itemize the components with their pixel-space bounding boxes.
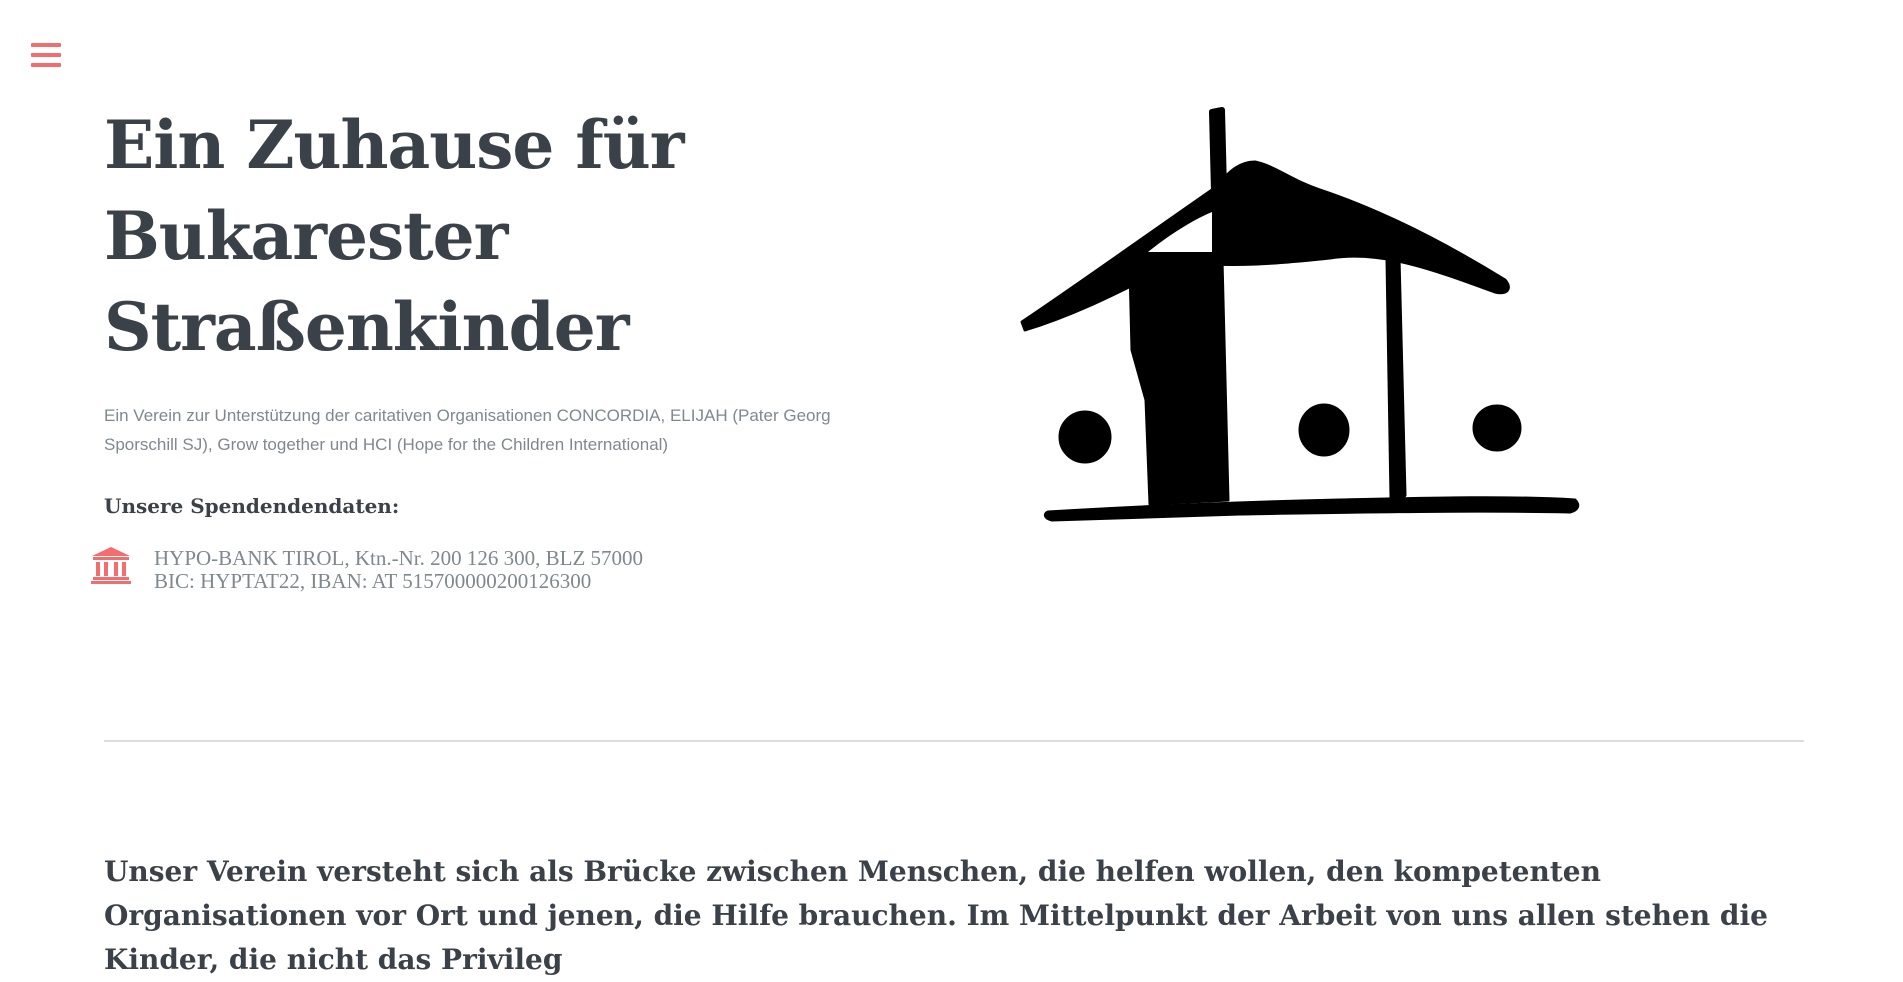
page-title-line-2: Bukarester — [104, 197, 508, 275]
page-title: Ein Zuhause für Bukarester Straßenkinder — [104, 100, 824, 373]
intro-paragraph: Unser Verein versteht sich als Brücke zw… — [104, 855, 1768, 976]
bank-details: HYPO-BANK TIROL, Ktn.-Nr. 200 126 300, B… — [154, 547, 643, 593]
page-subtitle: Ein Verein zur Unterstützung der caritat… — [104, 406, 831, 454]
page-title-line-3: Straßenkinder — [104, 288, 630, 366]
bank-icon — [91, 547, 131, 584]
house-logo — [1020, 107, 1580, 522]
section-divider — [104, 740, 1804, 742]
donation-heading: Unsere Spendendendaten: — [104, 494, 400, 518]
page-title-line-1: Ein Zuhause für — [104, 106, 685, 184]
hamburger-menu-icon[interactable] — [31, 43, 61, 69]
bank-details-line-2: BIC: HYPTAT22, IBAN: AT 5157000002001263… — [154, 569, 592, 593]
bank-details-line-1: HYPO-BANK TIROL, Ktn.-Nr. 200 126 300, B… — [154, 546, 644, 570]
